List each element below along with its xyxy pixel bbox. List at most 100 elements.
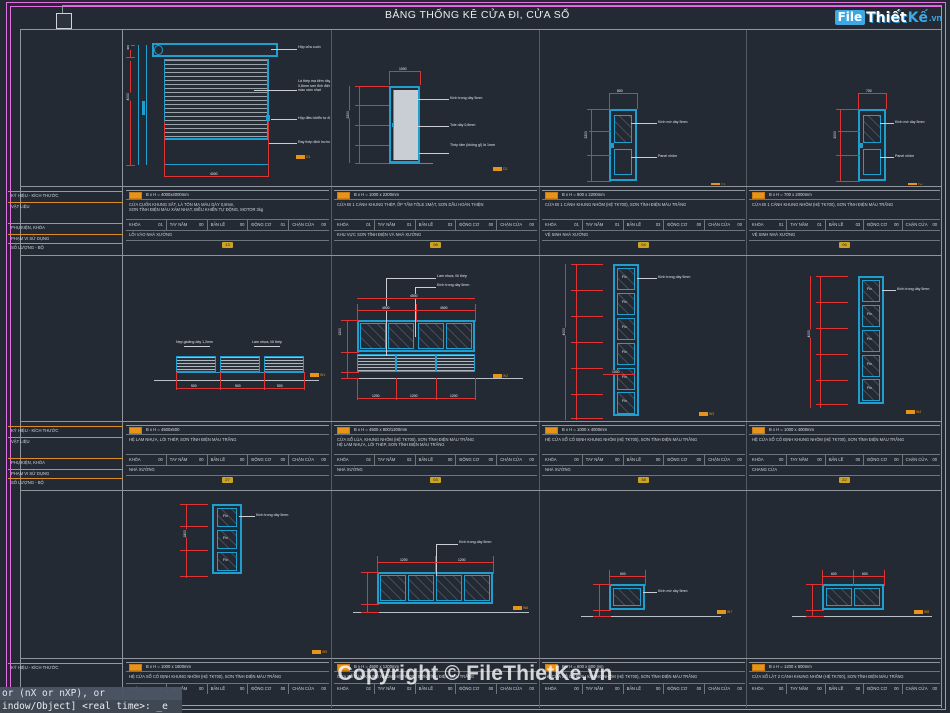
spec-w3-qty-row: 38 xyxy=(542,475,745,483)
w8-code-swatch xyxy=(914,610,923,614)
cad-canvas[interactable]: BẢNG THỐNG KÊ CỬA ĐI, CỬA SỔ File Thiết … xyxy=(0,0,950,713)
val: 00 xyxy=(817,457,822,463)
command-line[interactable]: or (nX or nXP), or indow/Object] <real t… xyxy=(0,687,182,713)
d1-note-4: Ray thép định hướng xyxy=(298,140,330,144)
spec-w3-lock: KHÓA 00 xyxy=(542,455,582,465)
drawing-w4-fixed-window: Fix Fix Fix Fix Fix Kính trong dày 5mm 4… xyxy=(748,258,944,420)
spec-w1-lock: KHÓA 00 xyxy=(126,455,166,465)
spec-w3-accessories: KHÓA 00 TAY NẮM 00 BẢN LỀ 00 ĐỘNG CƠ 00 CHẶN… xyxy=(542,454,745,465)
lbl: KHÓA xyxy=(752,222,764,228)
w8-dim-e2 xyxy=(853,570,854,586)
label-vat-lieu-1: VẬT LIỆU xyxy=(8,202,123,223)
spec-d2-material: CỬA ĐI 1 CÁNH KHUNG THÉP, ỐP TẤM TÔLE 2M… xyxy=(334,199,537,219)
spec-w3-code-row: B x H = 1000 x 4000mm xyxy=(542,425,745,434)
w4-pane-1 xyxy=(862,280,880,302)
w6-dim-1: 1200 xyxy=(399,558,409,562)
spec-d4-qty-row: 06 xyxy=(749,240,940,248)
spec-w2-swatch xyxy=(337,426,350,434)
spec-d3-qty-row: 04 xyxy=(542,240,745,248)
d1-dim-h-main xyxy=(164,176,269,177)
spec-d1-material-line2: SƠN TĨNH ĐIỆN MÀU XÁM NHẠT, ĐIỀU KHIỂN T… xyxy=(129,207,264,213)
w8-glass-2 xyxy=(854,588,880,606)
val: 00 xyxy=(932,222,938,228)
d1-code-swatch xyxy=(296,155,305,159)
spec-d3-qty: 04 xyxy=(638,241,649,248)
lbl: BẢN LỀ xyxy=(626,686,642,692)
val: 00 xyxy=(615,686,620,692)
d3-aluminium-panel xyxy=(614,149,632,175)
lbl: ĐỘNG CƠ xyxy=(251,222,272,228)
w5-note-1: Kính trong dày 5mm xyxy=(256,513,289,517)
spec-w4-swatch xyxy=(752,426,765,434)
w1-dim-seg2: 500 xyxy=(234,384,242,388)
lbl: ĐỘNG CƠ xyxy=(251,457,272,463)
d3-dim-h-ext-r xyxy=(637,93,638,109)
d4-handle xyxy=(860,143,863,148)
lbl: BẢN LỀ xyxy=(210,222,226,228)
w6-dim-v xyxy=(367,572,368,612)
d2-handle xyxy=(392,123,394,127)
d1-dim-h-ext-l xyxy=(164,121,165,177)
w8-code-text: W8 xyxy=(924,610,930,614)
d3-code-swatch xyxy=(711,183,720,185)
w3-dim-t5 xyxy=(571,368,603,369)
d2-dim-v2 xyxy=(349,86,350,163)
w8-code-mark: W8 xyxy=(914,610,929,614)
spec-w1-accessories: KHÓA 00 TAY NẮM 00 BẢN LỀ 00 ĐỘNG CƠ 00 CHẶN… xyxy=(126,454,329,465)
w7-dim-e2 xyxy=(645,570,646,586)
d4-glass-panel xyxy=(863,115,881,143)
d1-floor-line xyxy=(164,164,269,165)
spec-d4-swatch xyxy=(752,191,765,199)
val: 00 xyxy=(737,686,742,692)
spec-d2-dims: B x H = 1000 x 2200mm xyxy=(354,192,400,198)
val: 00 xyxy=(696,686,702,692)
lbl: KHÓA xyxy=(337,686,349,692)
w5-dim-t3 xyxy=(180,550,208,551)
drawing-w2-sliding-window: Lam nhựa, lõi thép Kính trong dày 5mm 45… xyxy=(333,258,537,420)
w2-leader-1h xyxy=(386,278,436,279)
d1-leader-4 xyxy=(269,143,297,144)
d1-leader-2 xyxy=(254,90,297,91)
d4-dim-h xyxy=(858,93,886,94)
drawing-w7-small-window: Kính mờ dày 5mm 600 W7 xyxy=(541,494,745,658)
spec-w3-dims: B x H = 1000 x 4000mm xyxy=(562,427,608,433)
val: 00 xyxy=(239,457,245,463)
d2-note-3: Thép tấm (không gỉ) lá 1mm xyxy=(450,143,495,147)
spec-w3-hinge: BẢN LỀ 00 xyxy=(622,455,664,465)
lbl: TAY NẮM xyxy=(377,457,396,463)
w4-fix-label-3: Fix xyxy=(867,337,872,341)
d3-handle xyxy=(611,143,614,148)
w2-note-2: Kính trong dày 5mm xyxy=(437,283,470,287)
spec-w1-material-line1: HỆ LAM NHỰA, LÕI THÉP, SƠN TĨNH ĐIỆN MÀU… xyxy=(129,437,237,442)
spec-d2-scope: KHU VỰC SƠN TĨNH ĐIỆN VÀ NHÀ XƯỞNG xyxy=(334,230,537,240)
lbl: KHÓA xyxy=(545,457,557,463)
lbl: ĐỘNG CƠ xyxy=(459,222,480,228)
spec-w3-material: HỆ CỬA SỔ CỐ ĐỊNH KHUNG NHÔM (HỆ TK700),… xyxy=(542,434,745,454)
val: 00 xyxy=(239,222,245,228)
command-line-prompt[interactable]: indow/Object] <real time>: _e xyxy=(0,700,182,713)
lbl: KHÓA xyxy=(752,457,764,463)
w3-dim-t7 xyxy=(571,418,603,419)
drawing-d1-rolling-shutter: 4000 400 4000 Hộp cửa cuốn Lá thép mạ kẽ… xyxy=(124,31,330,185)
w7-dim-v-t1 xyxy=(593,584,611,585)
lbl: CHẶN CỬA xyxy=(500,686,523,692)
logo-tld: .vn xyxy=(928,12,942,23)
d4-dim-v-t1 xyxy=(836,109,860,110)
spec-table-d4: B x H = 700 x 2000mm CỬA ĐI 1 CÁNH KHUNG… xyxy=(749,190,940,248)
w3-dim-width-line xyxy=(603,374,635,375)
label-phu-kien-2: PHỤ KIỆN, KHÓA xyxy=(8,458,123,469)
d1-wall-tick xyxy=(142,101,145,115)
lbl: CHẶN CỬA xyxy=(500,457,523,463)
w6-glass-4 xyxy=(464,575,490,601)
val: 01 xyxy=(158,222,163,228)
label-ky-hieu-2: KÝ HIỆU - KÍCH THƯỚC xyxy=(8,426,123,437)
drawing-w5-fixed-window: Fix Fix Fix Kính trong dày 5mm 1800 W5 xyxy=(124,494,330,658)
w1-dim-ext-2 xyxy=(220,372,221,390)
d2-dim-v-t4 xyxy=(355,145,389,146)
w6-note-1: Kính trong dày 5mm xyxy=(459,540,492,544)
d1-drum xyxy=(154,45,163,55)
w7-dim-width: 600 xyxy=(619,572,627,576)
val: 01 xyxy=(817,222,822,228)
d2-dim-height: 2200 xyxy=(345,111,351,119)
spec-d1-code-row: B x H = 4000x4000mm xyxy=(126,190,329,199)
